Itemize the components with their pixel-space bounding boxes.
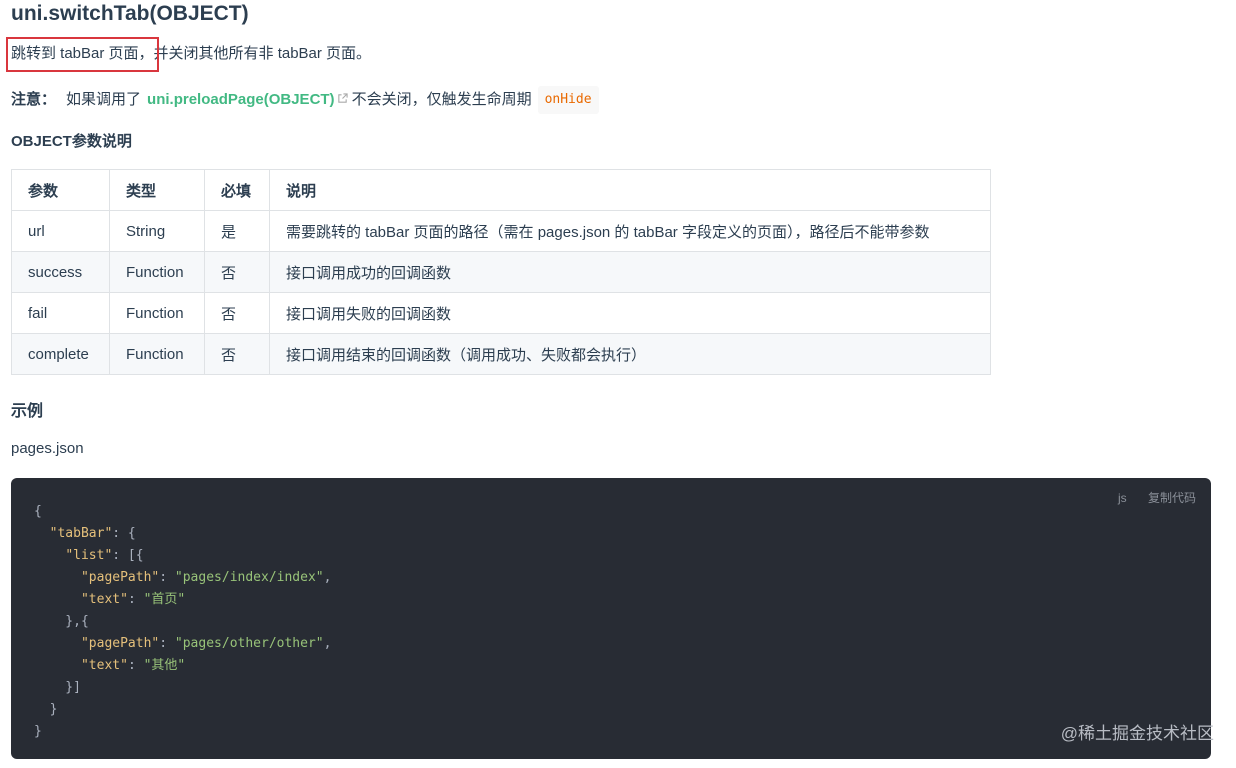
watermark: @稀土掘金技术社区 [1060, 724, 1214, 743]
preload-page-link-text: uni.preloadPage(OBJECT) [147, 91, 335, 108]
code-line: },{ [34, 614, 89, 629]
code-line: { [34, 504, 42, 519]
code-line: } [34, 702, 58, 717]
preload-page-link[interactable]: uni.preloadPage(OBJECT) [147, 88, 335, 112]
table-header-row: 参数 类型 必填 说明 [11, 169, 991, 211]
cell-required: 是 [204, 210, 270, 252]
code-line: }] [34, 680, 81, 695]
code-line: "list": [{ [65, 548, 144, 563]
code-line: "pagePath": "pages/index/index", [80, 570, 332, 585]
cell-required: 否 [204, 333, 270, 375]
highlight-annotation-box [6, 37, 159, 72]
header-param: 参数 [11, 169, 110, 211]
header-type: 类型 [109, 169, 205, 211]
table-row: success Function 否 接口调用成功的回调函数 [11, 251, 991, 293]
example-heading: 示例 [11, 403, 44, 420]
cell-required: 否 [204, 292, 270, 334]
cell-type: Function [109, 333, 205, 375]
note-paragraph: 注意： 如果调用了 uni.preloadPage(OBJECT) 不会关闭，仅… [11, 86, 599, 114]
code-line: "text": "其他" [80, 658, 186, 673]
cell-desc: 接口调用成功的回调函数 [269, 251, 991, 293]
cell-param: fail [11, 292, 110, 334]
code-line: "text": "首页" [80, 592, 186, 607]
table-row: complete Function 否 接口调用结束的回调函数（调用成功、失败都… [11, 333, 991, 375]
table-row: fail Function 否 接口调用失败的回调函数 [11, 292, 991, 334]
cell-type: Function [109, 251, 205, 293]
params-heading: OBJECT参数说明 [11, 133, 132, 150]
cell-param: url [11, 210, 110, 252]
code-content: { "tabBar": { "list": [{ "pagePath": "pa… [11, 478, 1211, 743]
cell-required: 否 [204, 251, 270, 293]
code-line: } [34, 724, 42, 739]
header-required: 必填 [204, 169, 270, 211]
file-label: pages.json [11, 440, 84, 457]
onhide-code: onHide [537, 86, 599, 114]
code-toolbar: js 复制代码 [1100, 489, 1196, 506]
cell-desc: 需要跳转的 tabBar 页面的路径（需在 pages.json 的 tabBa… [269, 210, 991, 252]
note-text-before: 如果调用了 [66, 91, 142, 108]
code-line: "tabBar": { [49, 526, 136, 541]
note-label: 注意： [11, 91, 57, 108]
cell-param: success [11, 251, 110, 293]
header-desc: 说明 [269, 169, 991, 211]
code-lang-label: js [1117, 491, 1127, 505]
copy-code-button[interactable]: 复制代码 [1148, 491, 1196, 505]
code-block: js 复制代码 { "tabBar": { "list": [{ "pagePa… [11, 478, 1211, 759]
cell-desc: 接口调用结束的回调函数（调用成功、失败都会执行） [269, 333, 991, 375]
cell-param: complete [11, 333, 110, 375]
page-title: uni.switchTab(OBJECT) [11, 2, 249, 25]
cell-desc: 接口调用失败的回调函数 [269, 292, 991, 334]
cell-type: String [109, 210, 205, 252]
cell-type: Function [109, 292, 205, 334]
external-link-icon [337, 88, 348, 112]
intro-rest-text: 并关闭其他所有非 tabBar 页面。 [153, 45, 372, 62]
note-text-after: 不会关闭，仅触发生命周期 [351, 91, 532, 108]
params-table: 参数 类型 必填 说明 url String 是 需要跳转的 tabBar 页面… [11, 169, 991, 375]
table-row: url String 是 需要跳转的 tabBar 页面的路径（需在 pages… [11, 210, 991, 252]
code-line: "pagePath": "pages/other/other", [80, 636, 332, 651]
